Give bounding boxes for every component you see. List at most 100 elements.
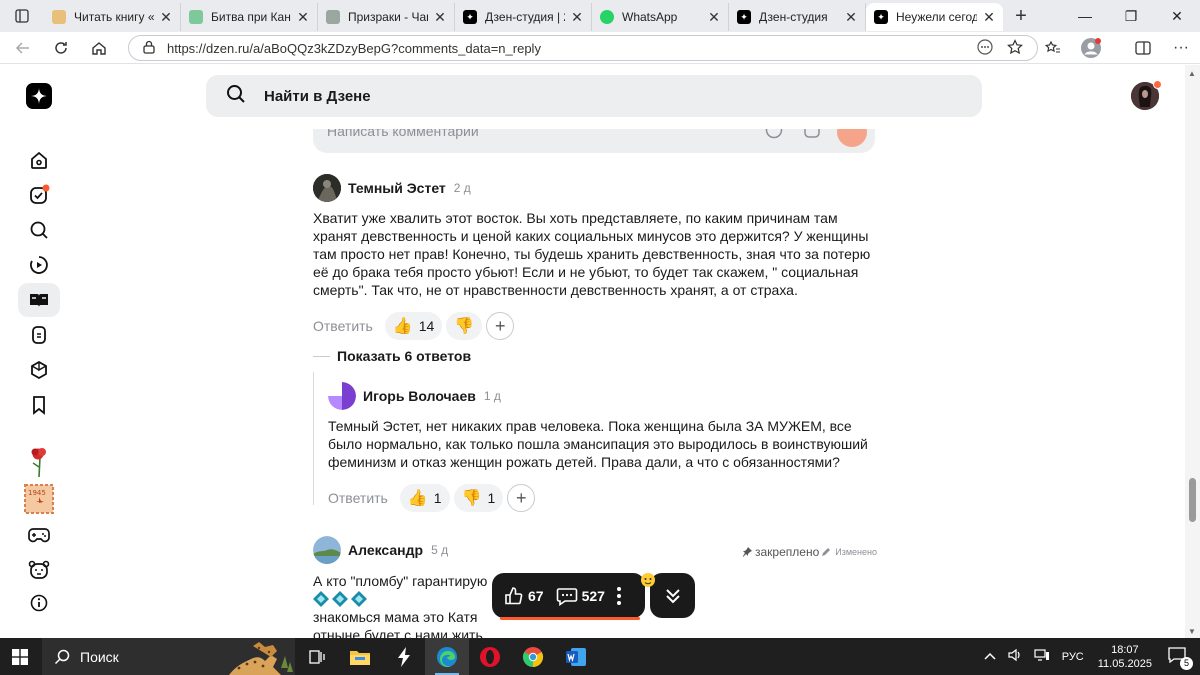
comment-author[interactable]: Темный Эстет — [348, 180, 446, 196]
add-reaction-button[interactable]: + — [486, 312, 515, 340]
emoji-icon[interactable] — [765, 129, 783, 144]
home-icon[interactable] — [80, 32, 118, 64]
float-like-button[interactable]: 67 — [504, 586, 544, 606]
close-tab-icon[interactable]: ✕ — [295, 9, 311, 26]
avatar[interactable] — [313, 536, 341, 564]
comment-bubble-icon — [556, 587, 577, 606]
taskbar-search[interactable]: Поиск — [42, 638, 295, 675]
thumbs-up-icon: 👍 — [392, 318, 413, 335]
comment-author[interactable]: Игорь Волочаев — [363, 388, 476, 404]
browser-tab-active[interactable]: ✦ Неужели сегодня ✕ — [866, 3, 1003, 31]
language-indicator[interactable]: РУС — [1062, 651, 1084, 663]
browser-tab[interactable]: Битва при Каннах ✕ — [181, 3, 318, 31]
edge-browser-icon[interactable] — [425, 638, 469, 675]
dzen-header: Найти в Дзене — [0, 65, 1185, 129]
comment-composer[interactable]: Написать комментарий — [313, 129, 875, 153]
show-replies-button[interactable]: Показать 6 ответов — [313, 348, 471, 364]
system-tray: РУС 18:07 11.05.2025 5 — [984, 638, 1200, 675]
windows-start-icon[interactable] — [0, 638, 40, 675]
image-attach-icon[interactable] — [803, 129, 821, 144]
close-window-icon[interactable]: ✕ — [1154, 0, 1200, 32]
thumbs-down-icon: 👎 — [461, 490, 482, 507]
chrome-browser-icon[interactable] — [511, 638, 555, 675]
add-reaction-button[interactable]: + — [507, 484, 536, 512]
page-scrollbar[interactable]: ▲ ▼ — [1185, 65, 1200, 638]
dislike-button[interactable]: 👎 1 — [453, 484, 504, 512]
emoji-sticker-icon — [640, 572, 656, 588]
windows-taskbar: Поиск РУС 18:07 11.05.2025 5 — [0, 638, 1200, 675]
notifications-count: 5 — [1180, 657, 1193, 670]
browser-tab[interactable]: ✦ Дзен-студия | 21 ✕ — [455, 3, 592, 31]
back-icon[interactable] — [4, 32, 42, 64]
scrollbar-thumb[interactable] — [1189, 478, 1196, 522]
favorites-icon[interactable] — [1034, 40, 1072, 56]
lock-icon[interactable] — [143, 40, 155, 57]
browser-tab[interactable]: Читать книгу «Гарри ✕ — [44, 3, 181, 31]
dislike-button[interactable]: 👎 — [446, 312, 483, 340]
browser-tab[interactable]: Призраки - Чак Паланик ✕ — [318, 3, 455, 31]
extensions-icon[interactable] — [1124, 41, 1162, 55]
search-input[interactable]: Найти в Дзене — [206, 75, 982, 117]
dzen-favicon-icon: ✦ — [463, 10, 477, 24]
like-button[interactable]: 👍 14 — [384, 312, 443, 340]
float-comments-button[interactable]: 527 — [556, 586, 605, 606]
browser-tab[interactable]: WhatsApp ✕ — [592, 3, 729, 31]
minimize-icon[interactable]: — — [1062, 0, 1108, 32]
dislike-count: 1 — [487, 490, 496, 506]
avatar[interactable] — [313, 174, 341, 202]
clock-time: 18:07 — [1111, 643, 1139, 656]
sidebar-toggle-icon[interactable] — [0, 0, 44, 32]
volume-icon[interactable] — [1008, 648, 1022, 665]
maximize-icon[interactable]: ❐ — [1108, 0, 1154, 32]
address-bar[interactable]: https://dzen.ru/a/aBoQQz3kZDzyBepG?comme… — [128, 35, 1038, 61]
close-tab-icon[interactable]: ✕ — [432, 9, 448, 26]
close-tab-icon[interactable]: ✕ — [843, 9, 859, 26]
browser-toolbar: https://dzen.ru/a/aBoQQz3kZDzyBepG?comme… — [0, 32, 1200, 64]
edit-icon — [822, 548, 831, 556]
notifications-icon[interactable]: 5 — [1168, 647, 1193, 670]
profile-icon[interactable] — [1072, 37, 1110, 59]
file-explorer-icon[interactable] — [338, 638, 382, 675]
task-view-icon[interactable] — [295, 638, 339, 675]
new-tab-icon[interactable]: + — [1003, 5, 1039, 28]
settings-more-icon[interactable]: ··· — [1162, 39, 1200, 57]
close-tab-icon[interactable]: ✕ — [706, 9, 722, 26]
float-like-count: 67 — [528, 587, 544, 604]
browser-tab-strip: Читать книгу «Гарри ✕ Битва при Каннах ✕… — [0, 0, 1200, 32]
dzen-favicon-icon: ✦ — [874, 10, 888, 24]
close-tab-icon[interactable]: ✕ — [158, 9, 174, 26]
clock[interactable]: 18:07 11.05.2025 — [1098, 643, 1152, 671]
dzen-logo-icon[interactable] — [26, 83, 52, 109]
float-more-icon[interactable] — [616, 586, 621, 605]
send-button[interactable] — [837, 129, 867, 147]
comment-text: отныне будет с нами жить — [313, 627, 483, 638]
word-app-icon[interactable] — [554, 638, 598, 675]
avatar[interactable] — [328, 382, 356, 410]
like-button[interactable]: 👍 1 — [399, 484, 450, 512]
browser-tab[interactable]: ✦ Дзен-студия ✕ — [729, 3, 866, 31]
cheetah-decoration-icon — [229, 642, 293, 675]
more-options-icon[interactable] — [977, 38, 993, 58]
user-avatar[interactable] — [1131, 80, 1162, 110]
reply-item: Игорь Волочаев 1 д Темный Эстет, нет ник… — [328, 381, 875, 512]
page-favicon-icon — [326, 10, 340, 24]
lightning-app-icon[interactable] — [382, 638, 426, 675]
pin-icon — [743, 547, 752, 557]
reply-button[interactable]: Ответить — [328, 490, 388, 506]
favorite-star-icon[interactable] — [1007, 38, 1023, 58]
close-tab-icon[interactable]: ✕ — [569, 9, 585, 26]
comment-author[interactable]: Александр — [348, 542, 423, 558]
scroll-down-arrow-icon[interactable]: ▼ — [1188, 627, 1196, 636]
like-count: 14 — [418, 318, 435, 334]
comment-date: 2 д — [453, 181, 471, 195]
tray-chevron-up-icon[interactable] — [984, 651, 996, 663]
reply-button[interactable]: Ответить — [313, 318, 373, 334]
scroll-down-button[interactable] — [650, 573, 695, 618]
search-icon — [54, 649, 70, 664]
opera-browser-icon[interactable] — [468, 638, 512, 675]
scroll-up-icon[interactable]: ▲ — [1188, 69, 1196, 78]
comment-text: Хватит уже хвалить этот восток. Вы хоть … — [313, 210, 871, 298]
reload-icon[interactable] — [42, 32, 80, 64]
close-tab-icon[interactable]: ✕ — [981, 9, 997, 26]
network-icon[interactable] — [1034, 649, 1050, 664]
